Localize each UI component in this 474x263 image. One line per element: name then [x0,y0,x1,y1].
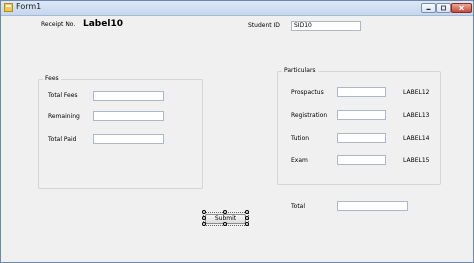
total-label: Total [291,203,306,210]
exam-field[interactable] [337,155,386,165]
student-id-label: Student ID [248,22,280,29]
exam-amount: LABEL15 [403,157,430,164]
resize-handle-top-right[interactable] [245,210,249,214]
registration-amount: LABEL13 [403,112,430,119]
window-title: Form1 [16,2,42,11]
total-paid-label: Total Paid [48,136,77,143]
resize-handle-left[interactable] [202,216,206,220]
maximize-button[interactable] [436,3,451,13]
maximize-icon [441,5,446,11]
tution-field[interactable] [337,133,386,143]
receipt-no-value: Label10 [83,19,123,29]
prospactus-field[interactable] [337,87,386,97]
resize-handle-bottom-right[interactable] [245,222,249,226]
exam-label: Exam [291,157,308,164]
form-window: Form1 Receipt No. Label10 Student ID SID… [0,0,474,263]
total-paid-field[interactable] [93,134,164,144]
registration-label: Registration [291,112,328,119]
total-fees-field[interactable] [93,91,164,101]
fees-group-title: Fees [43,75,61,82]
resize-handle-top[interactable] [223,210,227,214]
resize-handle-bottom-left[interactable] [202,222,206,226]
resize-handle-top-left[interactable] [202,210,206,214]
student-id-field[interactable]: SID10 [291,21,361,31]
form-client-area: Receipt No. Label10 Student ID SID10 Fee… [5,16,469,258]
registration-field[interactable] [337,110,386,120]
particulars-group-title: Particulars [282,67,318,74]
title-bar[interactable]: Form1 [1,1,473,16]
prospactus-label: Prospactus [291,89,324,96]
app-icon [4,3,13,12]
receipt-no-label: Receipt No. [41,21,76,28]
close-button[interactable] [451,3,472,13]
prospactus-amount: LABEL12 [403,89,430,96]
remaining-label: Remaining [48,113,80,120]
total-fees-label: Total Fees [48,92,78,99]
total-field[interactable] [337,201,408,211]
tution-amount: LABEL14 [403,135,430,142]
remaining-field[interactable] [93,111,164,121]
tution-label: Tution [291,135,310,142]
minimize-icon [426,8,431,10]
close-icon [459,5,464,11]
resize-handle-right[interactable] [245,216,249,220]
minimize-button[interactable] [421,3,436,13]
resize-handle-bottom[interactable] [223,222,227,226]
